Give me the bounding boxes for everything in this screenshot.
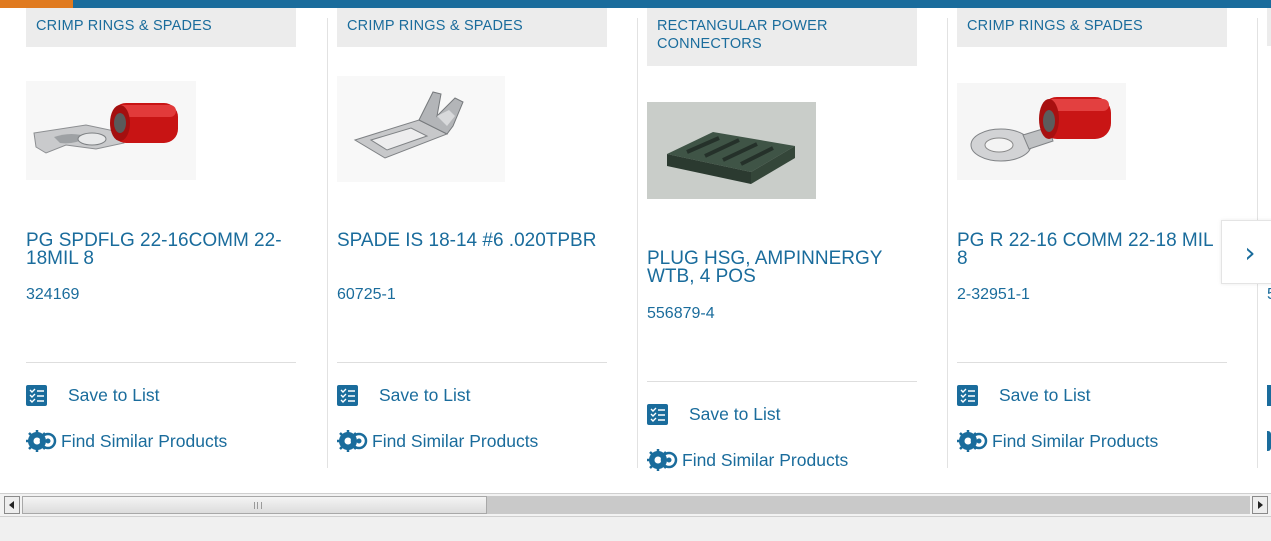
product-image-red-ring-terminal[interactable] xyxy=(957,83,1126,180)
product-title-link[interactable]: PLUG HSG, AMPINNERGY WTB, 4 POS xyxy=(647,249,907,286)
save-to-list-label: Save to List xyxy=(689,404,781,424)
product-title-link[interactable]: PG R 22-16 COMM 22-18 MIL 8 xyxy=(957,231,1217,268)
save-to-list-button[interactable]: Save to List xyxy=(647,404,780,425)
category-label[interactable]: RECTANGULAR POWER CONNECTORS xyxy=(647,8,917,66)
save-to-list-button[interactable]: Save to List xyxy=(26,385,159,406)
checklist-icon xyxy=(647,404,668,425)
product-card: CRIMP RINGS & SPADES PG R 22-16 COMM 22-… xyxy=(947,8,1237,490)
scrollbar-grip-icon xyxy=(254,502,262,509)
product-image-red-flanged-spade-terminal[interactable] xyxy=(26,81,196,180)
gears-icon xyxy=(957,429,989,453)
find-similar-products-label: Find Similar Products xyxy=(61,430,228,451)
card-divider xyxy=(647,381,917,382)
card-divider xyxy=(337,362,607,363)
save-to-list-label: Save to List xyxy=(379,385,471,405)
category-label-partial xyxy=(1267,8,1271,46)
find-similar-products-label: Find Similar Products xyxy=(682,449,849,470)
product-card: CRIMP RINGS & SPADES SPADE IS 18-14 #6 .… xyxy=(327,8,617,490)
category-label[interactable]: CRIMP RINGS & SPADES xyxy=(957,8,1227,47)
gears-icon xyxy=(647,448,679,472)
save-to-list-label: Save to List xyxy=(68,385,160,405)
save-to-list-label: Save to List xyxy=(999,385,1091,405)
scroll-left-arrow-icon[interactable] xyxy=(4,496,20,514)
part-number-link[interactable]: 2-32951-1 xyxy=(957,286,1030,304)
product-title-link[interactable]: PG SPDFLG 22-16COMM 22-18MIL 8 xyxy=(26,231,286,268)
category-label[interactable]: CRIMP RINGS & SPADES xyxy=(26,8,296,47)
gears-icon xyxy=(337,429,369,453)
card-divider xyxy=(26,362,296,363)
carousel-next-button[interactable]: › xyxy=(1221,220,1271,284)
scroll-right-arrow-icon[interactable] xyxy=(1252,496,1268,514)
page-footer-strip xyxy=(0,517,1271,541)
find-similar-products-button[interactable]: Find Similar Products xyxy=(337,429,538,453)
find-similar-products-button[interactable]: Find Similar Products xyxy=(26,429,227,453)
product-card: RECTANGULAR POWER CONNECTORS PLUG HSG, A… xyxy=(637,8,927,490)
part-number-link[interactable]: 556879-4 xyxy=(647,305,715,323)
part-number-link[interactable]: 324169 xyxy=(26,286,79,304)
top-accent-highlight xyxy=(0,0,73,8)
product-image-dark-green-plug-housing[interactable] xyxy=(647,102,816,199)
checklist-icon xyxy=(337,385,358,406)
checklist-icon xyxy=(26,385,47,406)
product-card: CRIMP RINGS & SPADES PG SPDFLG 22-16COMM… xyxy=(26,8,306,490)
product-carousel: CRIMP RINGS & SPADES PG SPDFLG 22-16COMM… xyxy=(0,8,1271,490)
product-title-link[interactable]: SPADE IS 18-14 #6 .020TPBR xyxy=(337,231,597,250)
part-number-link[interactable]: 60725-1 xyxy=(337,286,396,304)
find-similar-products-button[interactable]: Find Similar Products xyxy=(647,448,848,472)
save-to-list-button[interactable]: Save to List xyxy=(957,385,1090,406)
gears-icon-partial xyxy=(1267,431,1271,451)
checklist-icon xyxy=(957,385,978,406)
horizontal-scrollbar[interactable] xyxy=(0,493,1271,517)
scrollbar-track[interactable] xyxy=(487,496,1250,514)
part-number-link-partial[interactable]: 5 xyxy=(1267,286,1271,304)
find-similar-products-label: Find Similar Products xyxy=(992,430,1159,451)
scrollbar-thumb[interactable] xyxy=(22,496,487,514)
card-divider xyxy=(957,362,1227,363)
top-accent-bar xyxy=(0,0,1271,8)
category-label[interactable]: CRIMP RINGS & SPADES xyxy=(337,8,607,47)
gears-icon xyxy=(26,429,58,453)
find-similar-products-button[interactable]: Find Similar Products xyxy=(957,429,1158,453)
save-to-list-button[interactable]: Save to List xyxy=(337,385,470,406)
checklist-icon-partial xyxy=(1267,385,1271,406)
product-image-silver-spade-terminal[interactable] xyxy=(337,76,505,182)
find-similar-products-label: Find Similar Products xyxy=(372,430,539,451)
